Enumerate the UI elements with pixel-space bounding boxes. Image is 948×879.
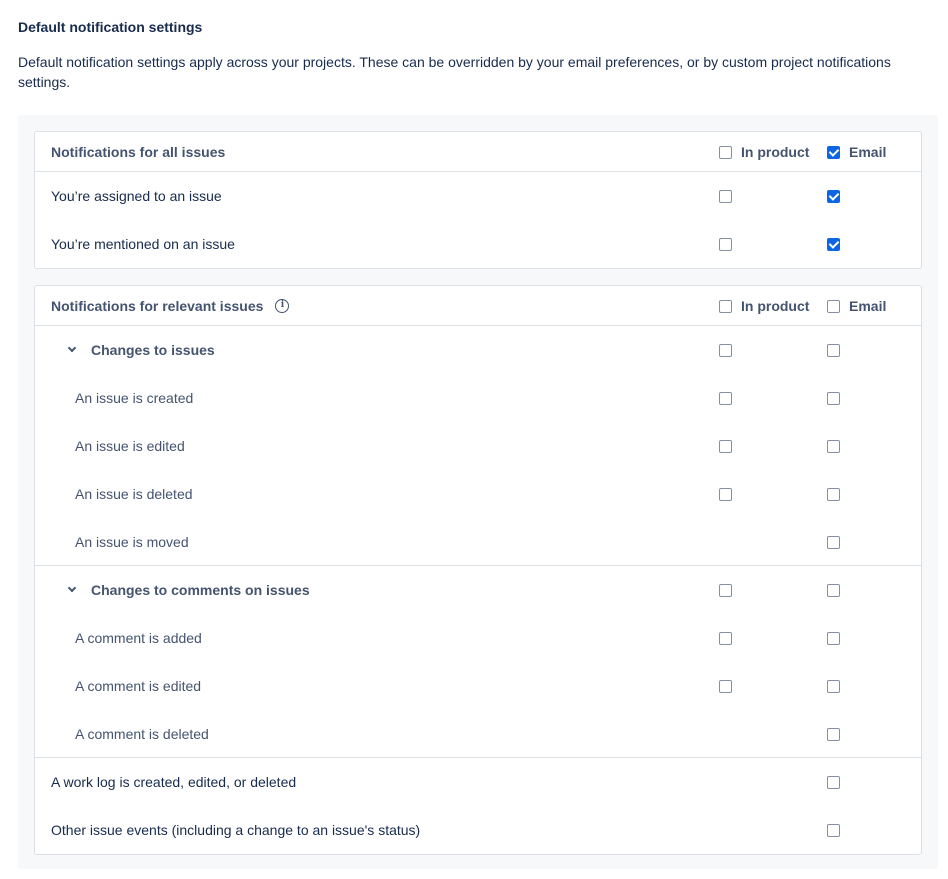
- row-label: A comment is edited: [75, 678, 202, 694]
- all-issues-card: Notifications for all issues In product …: [34, 131, 922, 269]
- group-toggle[interactable]: Changes to comments on issues: [67, 566, 310, 614]
- group-label: Changes to issues: [91, 342, 215, 358]
- email-checkbox[interactable]: [827, 824, 840, 837]
- in-product-checkbox[interactable]: [719, 584, 732, 597]
- in-product-checkbox[interactable]: [719, 680, 732, 693]
- all-in-product-header-checkbox[interactable]: [719, 146, 732, 159]
- row-label: An issue is moved: [75, 534, 189, 550]
- relevant-email-header-checkbox[interactable]: [827, 300, 840, 313]
- relevant-in-product-header-checkbox[interactable]: [719, 300, 732, 313]
- in-product-checkbox[interactable]: [719, 238, 732, 251]
- all-issues-title: Notifications for all issues: [51, 143, 226, 160]
- group-row-changes-to-issues: Changes to issues: [35, 326, 921, 374]
- row-label: A work log is created, edited, or delete…: [51, 774, 297, 790]
- in-product-checkbox[interactable]: [719, 190, 732, 203]
- all-email-label: Email: [849, 143, 887, 160]
- list-item: You’re assigned to an issue: [35, 172, 921, 220]
- row-label: An issue is edited: [75, 438, 185, 454]
- in-product-checkbox[interactable]: [719, 440, 732, 453]
- email-checkbox[interactable]: [827, 344, 840, 357]
- relevant-issues-title-wrap: Notifications for relevant issues i: [51, 286, 290, 325]
- email-checkbox[interactable]: [827, 190, 840, 203]
- page-description: Default notification settings apply acro…: [18, 54, 891, 90]
- list-item: An issue is created: [35, 374, 921, 422]
- list-item: An issue is moved: [35, 518, 921, 566]
- row-label: An issue is deleted: [75, 486, 193, 502]
- row-label: An issue is created: [75, 390, 194, 406]
- list-item: A work log is created, edited, or delete…: [35, 758, 921, 806]
- email-checkbox[interactable]: [827, 776, 840, 789]
- relevant-issues-card: Notifications for relevant issues i In p…: [34, 285, 922, 855]
- email-checkbox[interactable]: [827, 536, 840, 549]
- row-label: You’re mentioned on an issue: [51, 236, 235, 252]
- group-label: Changes to comments on issues: [91, 582, 310, 598]
- list-item: Other issue events (including a change t…: [35, 806, 921, 854]
- row-label: You’re assigned to an issue: [51, 188, 222, 204]
- in-product-checkbox[interactable]: [719, 632, 732, 645]
- notification-settings-page: Default notification settings Default no…: [0, 0, 948, 879]
- email-checkbox[interactable]: [827, 680, 840, 693]
- relevant-in-product-label: In product: [741, 297, 810, 314]
- email-checkbox[interactable]: [827, 440, 840, 453]
- row-label: A comment is deleted: [75, 726, 209, 742]
- chevron-down-icon[interactable]: [67, 585, 77, 595]
- list-item: You’re mentioned on an issue: [35, 220, 921, 268]
- chevron-down-icon[interactable]: [67, 345, 77, 355]
- group-toggle[interactable]: Changes to issues: [67, 326, 215, 374]
- settings-panel: Notifications for all issues In product …: [18, 115, 938, 869]
- all-issues-header: Notifications for all issues In product …: [35, 132, 921, 172]
- email-checkbox[interactable]: [827, 584, 840, 597]
- relevant-issues-title: Notifications for relevant issues: [51, 297, 264, 314]
- list-item: An issue is deleted: [35, 470, 921, 518]
- email-checkbox[interactable]: [827, 728, 840, 741]
- list-item: A comment is edited: [35, 662, 921, 710]
- info-icon[interactable]: i: [275, 298, 290, 313]
- row-label: Other issue events (including a change t…: [51, 822, 421, 838]
- in-product-checkbox[interactable]: [719, 392, 732, 405]
- email-checkbox[interactable]: [827, 488, 840, 501]
- email-checkbox[interactable]: [827, 238, 840, 251]
- in-product-checkbox[interactable]: [719, 488, 732, 501]
- all-in-product-label: In product: [741, 143, 810, 160]
- row-label: A comment is added: [75, 630, 202, 646]
- in-product-checkbox[interactable]: [719, 344, 732, 357]
- list-item: A comment is deleted: [35, 710, 921, 758]
- relevant-email-label: Email: [849, 297, 887, 314]
- email-checkbox[interactable]: [827, 632, 840, 645]
- list-item: An issue is edited: [35, 422, 921, 470]
- group-row-changes-to-comments: Changes to comments on issues: [35, 566, 921, 614]
- page-title: Default notification settings: [18, 19, 203, 35]
- list-item: A comment is added: [35, 614, 921, 662]
- email-checkbox[interactable]: [827, 392, 840, 405]
- all-email-header-checkbox[interactable]: [827, 146, 840, 159]
- relevant-issues-header: Notifications for relevant issues i In p…: [35, 286, 921, 326]
